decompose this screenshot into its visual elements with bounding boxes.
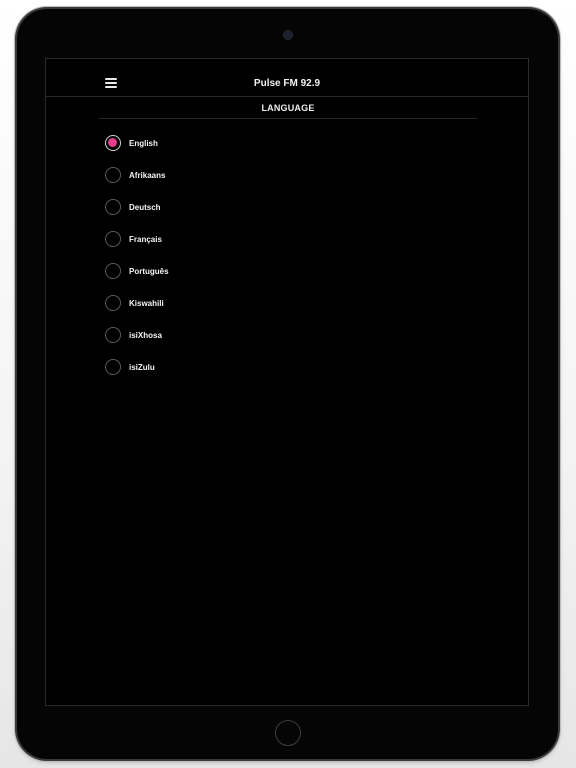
language-option-isizulu[interactable]: isiZulu [105,351,405,383]
radio-selected-icon[interactable] [105,135,121,151]
language-label: Kiswahili [129,298,164,308]
radio-unselected-icon[interactable] [105,295,121,311]
language-label: Português [129,266,169,276]
language-option-kiswahili[interactable]: Kiswahili [105,287,405,319]
tablet-frame: Pulse FM 92.9 LANGUAGE English Afrikaans… [17,9,558,759]
language-option-english[interactable]: English [105,127,405,159]
radio-unselected-icon[interactable] [105,231,121,247]
language-label: English [129,138,158,148]
camera-dot [284,31,292,39]
language-option-isixhosa[interactable]: isiXhosa [105,319,405,351]
language-label: isiXhosa [129,330,162,340]
app-screen: Pulse FM 92.9 LANGUAGE English Afrikaans… [45,58,529,706]
language-option-afrikaans[interactable]: Afrikaans [105,159,405,191]
radio-unselected-icon[interactable] [105,359,121,375]
language-option-francais[interactable]: Français [105,223,405,255]
radio-unselected-icon[interactable] [105,327,121,343]
app-title: Pulse FM 92.9 [253,78,321,89]
language-label: Deutsch [129,202,161,212]
language-list: English Afrikaans Deutsch Français Portu… [105,127,405,383]
home-button[interactable] [275,720,301,746]
language-label: isiZulu [129,362,155,372]
language-section-title: LANGUAGE [99,97,477,119]
navigation-bar: Pulse FM 92.9 [46,59,528,97]
language-label: Afrikaans [129,170,166,180]
radio-unselected-icon[interactable] [105,263,121,279]
language-option-deutsch[interactable]: Deutsch [105,191,405,223]
language-option-portugues[interactable]: Português [105,255,405,287]
radio-unselected-icon[interactable] [105,199,121,215]
language-label: Français [129,234,162,244]
radio-unselected-icon[interactable] [105,167,121,183]
